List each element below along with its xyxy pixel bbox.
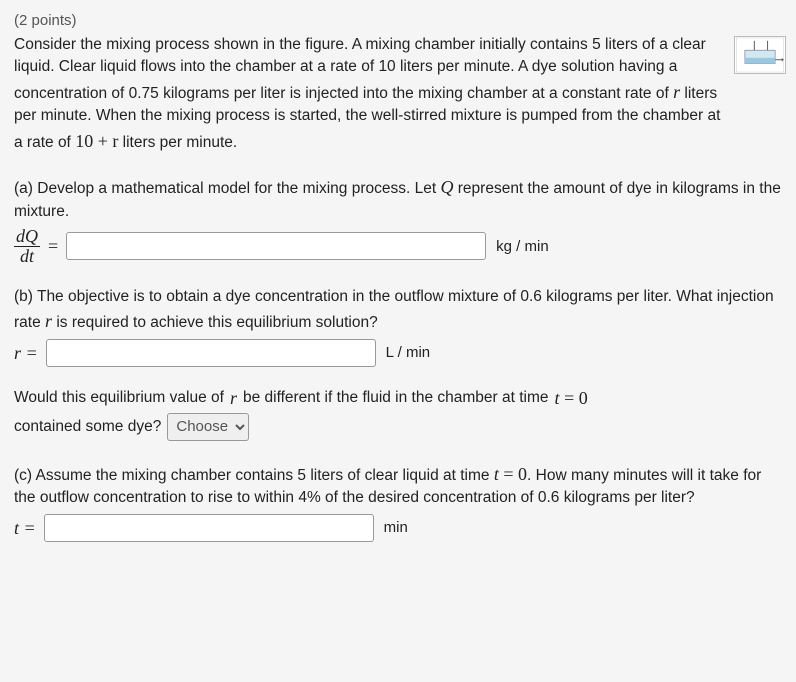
part-b-text-2: is required to achieve this equilibrium … xyxy=(52,314,378,331)
part-b-lhs: r = xyxy=(14,340,38,366)
intro-expr: 10 + r xyxy=(75,131,118,151)
dqdt-input[interactable] xyxy=(66,232,486,260)
follow-text-3: contained some dye? xyxy=(14,416,161,438)
fraction-denominator: dt xyxy=(18,247,36,266)
part-b: (b) The objective is to obtain a dye con… xyxy=(14,286,782,441)
part-c-unit: min xyxy=(384,517,408,539)
equals-sign: = xyxy=(48,233,58,259)
dq-dt-fraction: dQ dt xyxy=(14,227,40,266)
points-label: (2 points) xyxy=(14,10,782,32)
follow-var-r: r xyxy=(230,385,237,411)
follow-text-2: be different if the fluid in the chamber… xyxy=(243,387,549,409)
intro-text-1: Consider the mixing process shown in the… xyxy=(14,36,706,102)
t-input[interactable] xyxy=(44,514,374,542)
r-input[interactable] xyxy=(46,339,376,367)
problem-statement: Consider the mixing process shown in the… xyxy=(14,34,722,154)
intro-text-3: liters per minute. xyxy=(118,134,237,151)
part-b-unit: L / min xyxy=(386,342,430,364)
dye-choice-select[interactable]: Choose xyxy=(167,413,249,441)
follow-text-1: Would this equilibrium value of xyxy=(14,387,224,409)
part-c-lhs: t = xyxy=(14,515,36,541)
figure-thumbnail[interactable] xyxy=(734,36,786,74)
fraction-numerator: dQ xyxy=(14,227,40,247)
part-a-text-1: (a) Develop a mathematical model for the… xyxy=(14,180,440,197)
part-a: (a) Develop a mathematical model for the… xyxy=(14,174,782,266)
part-b-var-r: r xyxy=(45,311,52,331)
part-a-var-q: Q xyxy=(440,177,453,197)
part-c: (c) Assume the mixing chamber contains 5… xyxy=(14,461,782,542)
part-a-unit: kg / min xyxy=(496,236,549,258)
part-c-expr-t0: t = 0 xyxy=(494,464,527,484)
follow-expr-t0: t = 0 xyxy=(555,385,588,411)
part-c-text-1: (c) Assume the mixing chamber contains 5… xyxy=(14,467,494,484)
